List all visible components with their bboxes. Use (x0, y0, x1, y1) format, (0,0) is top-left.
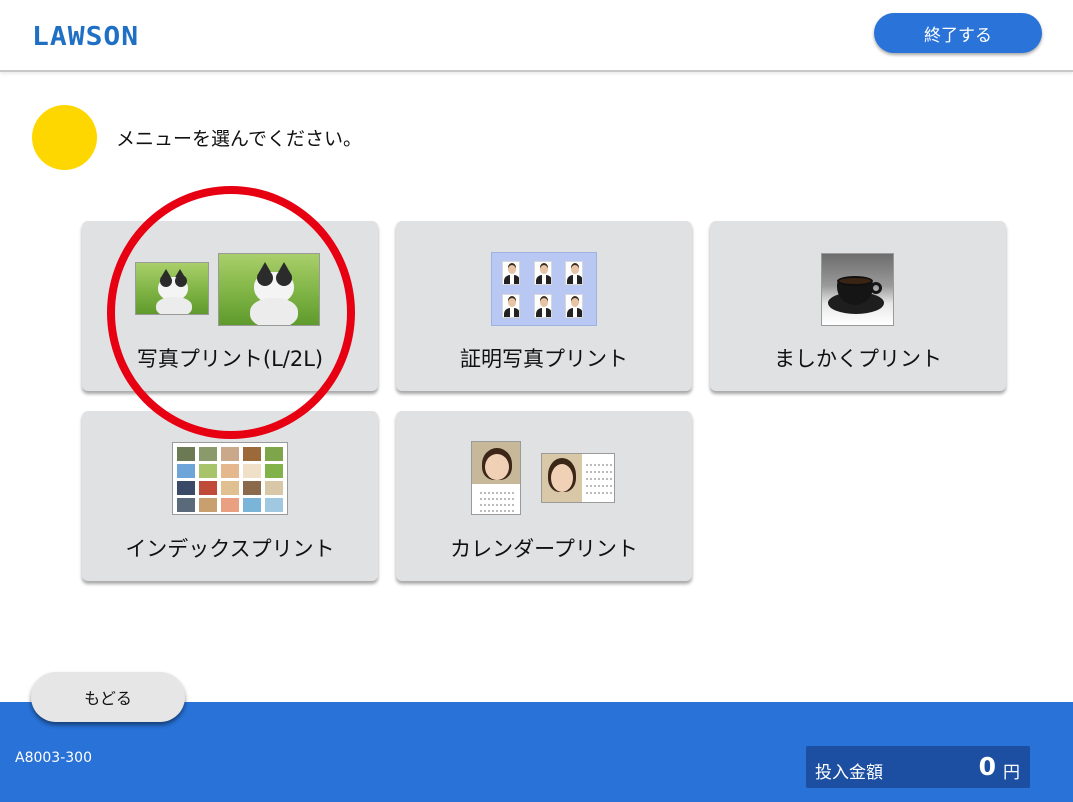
inserted-amount-box: 投入金額 0 円 (806, 746, 1030, 788)
back-button[interactable]: もどる (31, 672, 185, 722)
menu-id-photo-print-label: 証明写真プリント (460, 347, 628, 371)
menu-id-photo-print[interactable]: 証明写真プリント (396, 221, 692, 391)
menu-mashikaku-print[interactable]: ましかくプリント (710, 221, 1006, 391)
inserted-amount-value: 0 (978, 752, 996, 781)
instruction-text: メニューを選んでください。 (116, 128, 363, 150)
menu-index-print-label: インデックスプリント (125, 537, 335, 561)
id-photo-sheet-icon (491, 252, 597, 326)
menu-index-print[interactable]: インデックスプリント (82, 411, 378, 581)
inserted-amount-label: 投入金額 (815, 763, 883, 783)
index-sheet-icon (172, 442, 288, 515)
inserted-amount-unit: 円 (1003, 763, 1020, 783)
coffee-cup-photo-icon (821, 253, 894, 326)
menu-mashikaku-print-label: ましかくプリント (774, 347, 942, 371)
screen-code: A8003-300 (15, 750, 92, 766)
menu-photo-print[interactable]: 写真プリント(L/2L) (82, 221, 378, 391)
header: LAWSON 終了する (0, 0, 1073, 72)
cat-photo-small-icon (135, 262, 209, 315)
menu-calendar-print-label: カレンダープリント (450, 537, 638, 561)
calendar-portrait-icon (471, 441, 521, 515)
exit-button[interactable]: 終了する (874, 13, 1042, 53)
calendar-landscape-icon (541, 453, 615, 503)
menu-calendar-print[interactable]: カレンダープリント (396, 411, 692, 581)
lawson-logo: LAWSON (32, 21, 140, 52)
status-indicator (32, 105, 97, 170)
cat-photo-large-icon (218, 253, 320, 326)
menu-photo-print-label: 写真プリント(L/2L) (136, 347, 324, 371)
